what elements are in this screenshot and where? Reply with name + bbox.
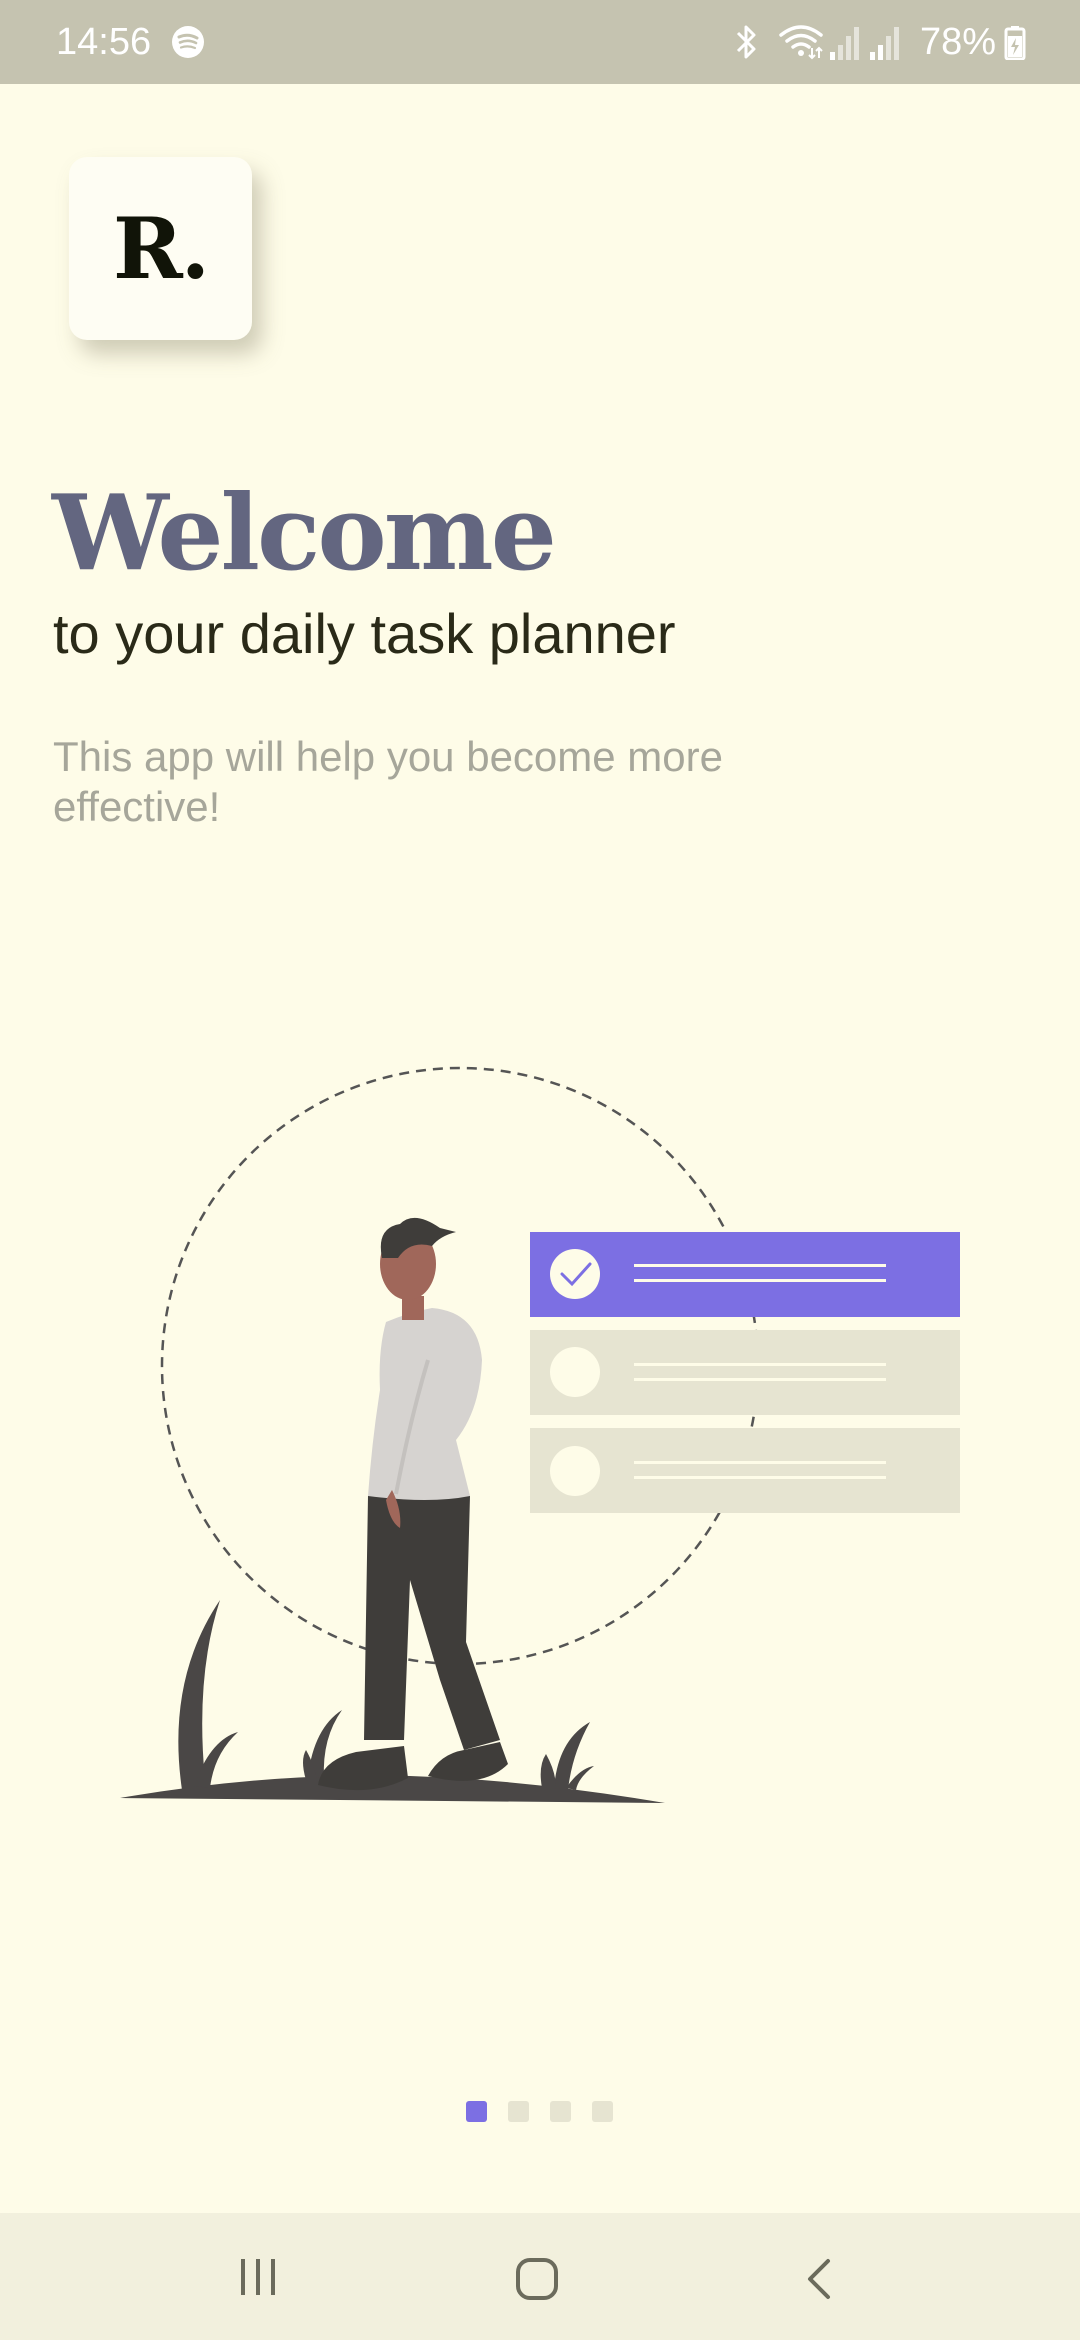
home-icon[interactable]	[515, 2257, 559, 2301]
bluetooth-icon	[736, 25, 756, 59]
status-bar: 14:56 78%	[0, 0, 1080, 84]
page-dot-1[interactable]	[466, 2101, 487, 2122]
battery-percentage: 78%	[920, 21, 997, 63]
grass-right-2	[540, 1754, 556, 1788]
wifi-icon	[779, 25, 823, 60]
logo-text: R.	[112, 199, 210, 298]
task-card-checked	[530, 1232, 960, 1317]
page-dot-4[interactable]	[592, 2101, 613, 2122]
welcome-subtitle: to your daily task planner	[53, 602, 676, 665]
signal-icon	[870, 27, 899, 60]
status-time: 14:56	[56, 21, 152, 63]
battery-charging-icon	[1004, 26, 1026, 60]
person-figure	[318, 1217, 508, 1791]
signal-icon	[830, 27, 859, 60]
app-logo: R.	[69, 157, 252, 340]
page-dot-3[interactable]	[550, 2101, 571, 2122]
welcome-title: Welcome	[52, 471, 557, 594]
task-card	[530, 1428, 960, 1513]
page-dot-2[interactable]	[508, 2101, 529, 2122]
back-icon[interactable]	[800, 2257, 840, 2301]
spotify-icon	[172, 26, 204, 58]
welcome-description: This app will help you become more effec…	[53, 733, 723, 830]
grass-right	[554, 1722, 590, 1790]
system-nav-bar	[0, 2213, 1080, 2340]
recents-icon[interactable]	[238, 2257, 278, 2297]
task-card	[530, 1330, 960, 1415]
page-indicator	[466, 2101, 614, 2123]
task-planner-illustration	[120, 1066, 960, 1803]
